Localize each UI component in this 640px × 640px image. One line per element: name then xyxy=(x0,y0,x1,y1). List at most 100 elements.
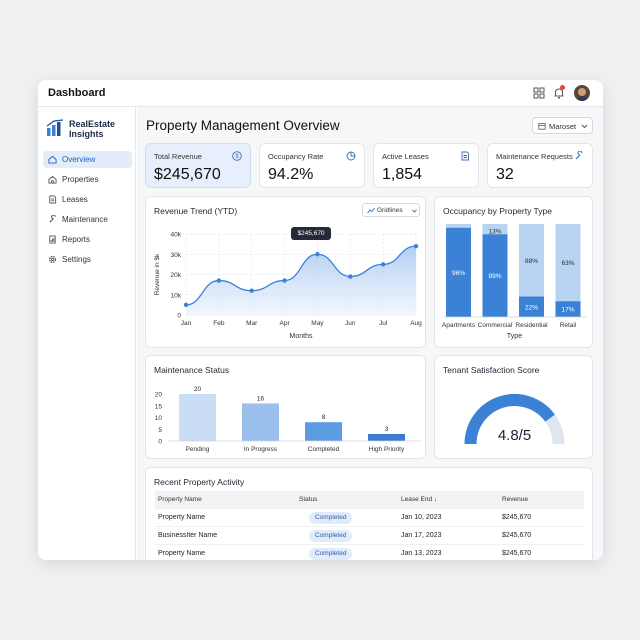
page-title: Property Management Overview xyxy=(146,118,340,133)
sidebar-item-reports[interactable]: Reports xyxy=(43,231,132,248)
y-tick-label: 0 xyxy=(177,313,181,320)
y-tick-label: 10k xyxy=(171,292,182,299)
bar xyxy=(179,394,216,441)
data-label: 16 xyxy=(257,395,265,402)
x-tick-label: Jan xyxy=(181,320,192,327)
status-badge: Completed xyxy=(309,530,353,542)
cell-property-name: BusinessIter Name xyxy=(158,532,218,539)
wrench-icon xyxy=(49,215,56,223)
status-badge: Completed xyxy=(309,548,353,560)
cell-revenue: $245,670 xyxy=(502,514,532,521)
cell-revenue: $245,670 xyxy=(502,532,532,539)
chevron-down-icon xyxy=(581,124,588,129)
y-axis-label: Revenue in $k xyxy=(154,253,161,295)
sidebar-item-leases[interactable]: Leases xyxy=(43,191,132,208)
column-header-property[interactable]: Property Name xyxy=(158,496,202,503)
kpi-label: Total Revenue xyxy=(154,152,202,161)
logo-text: RealEstate Insights xyxy=(69,119,115,139)
bar xyxy=(242,403,279,441)
data-point xyxy=(249,288,254,293)
table-row[interactable]: Property Name Completed Jan 13, 2023 $24… xyxy=(155,545,584,560)
x-tick-label: Retail xyxy=(560,322,577,329)
data-label: 22% xyxy=(525,304,538,311)
calendar-icon xyxy=(538,123,546,130)
sidebar-item-label: Leases xyxy=(62,195,88,204)
cell-revenue: $245,670 xyxy=(502,550,532,557)
app-window: Dashboard RealEstate Insights Overview P… xyxy=(38,80,603,560)
app-title: Dashboard xyxy=(48,87,106,99)
cell-lease-end: Jan 13, 2023 xyxy=(401,550,442,557)
market-selector-label: Maroset xyxy=(549,122,577,131)
activity-title: Recent Property Activity xyxy=(154,477,245,487)
kpi-value: $245,670 xyxy=(154,166,221,183)
data-label: 17% xyxy=(561,307,574,314)
x-tick-label: Jun xyxy=(345,320,356,327)
kpi-value: 1,854 xyxy=(382,166,423,183)
main-content: Property Management Overview Maroset Tot… xyxy=(137,107,603,560)
maintenance-bar-chart: 0 5 10 15 20 20 Pending 16 In Progress 8 Completed… xyxy=(155,386,421,453)
x-tick-label: Apr xyxy=(280,320,291,327)
home-icon xyxy=(48,155,57,164)
data-point xyxy=(348,274,353,279)
column-header-status[interactable]: Status xyxy=(299,496,317,503)
cell-property-name: Property Name xyxy=(158,550,206,557)
logo-icon xyxy=(46,119,64,136)
y-tick-label: 10 xyxy=(155,415,163,422)
x-tick-label: High Priority xyxy=(369,446,405,453)
cell-property-name: Property Name xyxy=(158,514,206,521)
occupancy-card: Occupancy by Property Type 96% Apartments… xyxy=(434,196,593,348)
sidebar-item-settings[interactable]: Settings xyxy=(43,251,132,268)
apps-grid-icon[interactable] xyxy=(532,86,546,100)
kpi-card-active-leases[interactable]: Active Leases 1,854 xyxy=(373,143,479,188)
data-point xyxy=(282,278,287,283)
table-row[interactable]: BusinessIter Name Completed Jan 17, 2023… xyxy=(155,527,584,545)
document-icon xyxy=(49,195,57,204)
sidebar-item-properties[interactable]: Properties xyxy=(43,171,132,188)
column-header-lease-end[interactable]: Lease End ↓ xyxy=(401,496,437,503)
x-tick-label: Mar xyxy=(246,320,258,327)
kpi-label: Occupancy Rate xyxy=(268,152,324,161)
data-label: 88% xyxy=(525,258,538,265)
kpi-card-total-revenue[interactable]: Total Revenue $ $245,670 xyxy=(145,143,251,188)
occupancy-stacked-bar-chart: 96% Apartments 13% 89% Commercial 88% 22% Resid… xyxy=(442,224,586,340)
x-tick-label: Feb xyxy=(213,320,225,327)
x-tick-label: Aug xyxy=(410,320,422,327)
x-axis-label: Months xyxy=(290,333,313,340)
y-tick-label: 0 xyxy=(158,439,162,446)
cell-lease-end: Jan 10, 2023 xyxy=(401,514,442,521)
data-point xyxy=(216,278,222,283)
document-icon xyxy=(461,151,469,161)
dollar-icon: $ xyxy=(232,151,242,161)
sidebar-item-maintenance[interactable]: Maintenance xyxy=(43,211,132,228)
data-point xyxy=(183,302,189,308)
x-tick-label: In Progress xyxy=(244,446,278,453)
avatar[interactable] xyxy=(574,85,590,101)
data-point xyxy=(413,243,419,249)
y-tick-label: 15 xyxy=(155,403,163,410)
data-label: 3 xyxy=(385,426,389,433)
kpi-card-maintenance-requests[interactable]: Maintenance Requests 32 xyxy=(487,143,593,188)
house-icon xyxy=(48,175,57,184)
market-selector[interactable]: Maroset xyxy=(532,117,593,134)
sidebar-item-label: Properties xyxy=(62,175,99,184)
sidebar: RealEstate Insights Overview Properties … xyxy=(38,107,136,560)
satisfaction-gauge xyxy=(464,394,565,445)
kpi-card-occupancy-rate[interactable]: Occupancy Rate 94.2% xyxy=(259,143,365,188)
revenue-trend-card: Revenue Trend (YTD) Gridlines 0 10k 20k 30k… xyxy=(145,196,426,348)
y-tick-label: 5 xyxy=(158,427,162,434)
bar xyxy=(368,433,405,441)
x-axis-label: Type xyxy=(507,333,522,340)
sidebar-item-overview[interactable]: Overview xyxy=(43,151,132,168)
y-tick-label: 20k xyxy=(171,272,182,279)
x-tick-label: Apartments xyxy=(442,322,476,329)
x-tick-label: Pending xyxy=(186,446,210,453)
kpi-label: Active Leases xyxy=(382,152,429,161)
logo-line2: Insights xyxy=(69,129,104,139)
column-header-revenue[interactable]: Revenue xyxy=(502,496,528,503)
satisfaction-score: 4.8/5 xyxy=(497,427,532,444)
sidebar-item-label: Settings xyxy=(62,255,91,264)
data-point xyxy=(315,252,320,257)
logo-line1: RealEstate xyxy=(69,119,116,129)
table-row[interactable]: Property Name Completed Jan 10, 2023 $24… xyxy=(155,509,584,527)
table-header: Property Name Status Lease End ↓ Revenue xyxy=(155,491,584,509)
